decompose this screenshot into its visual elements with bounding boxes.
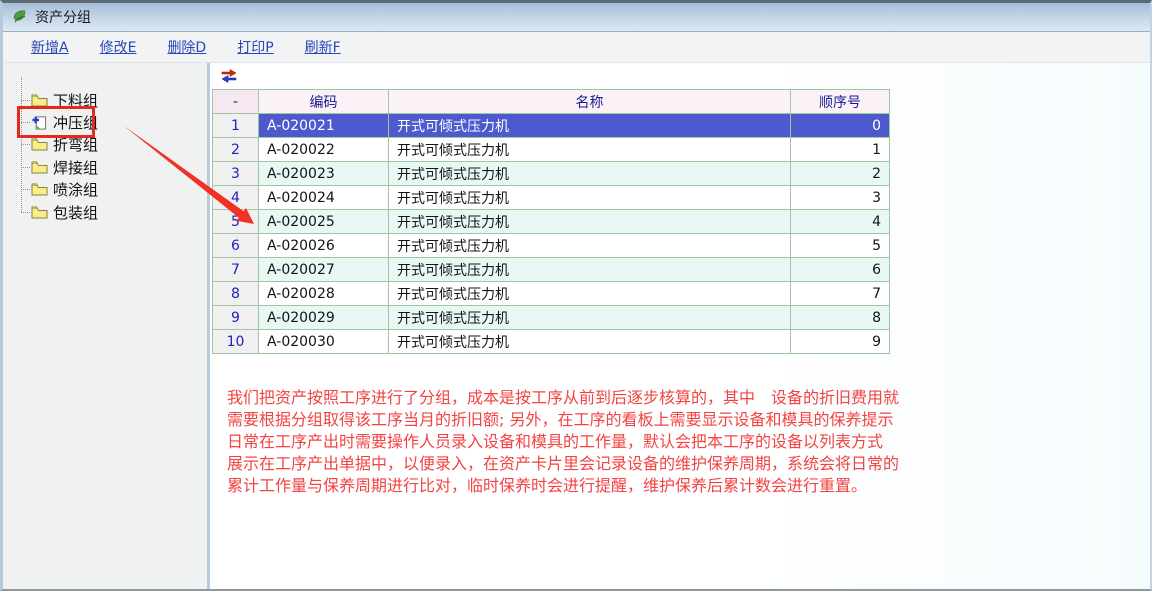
note-line: 我们把资产按照工序进行了分组，成本是按工序从前到后逐步核算的，其中 设备的折旧费… <box>227 387 927 409</box>
cell-seq[interactable]: 8 <box>791 306 890 330</box>
cell-name[interactable]: 开式可倾式压力机 <box>389 282 791 306</box>
cell-seq[interactable]: 0 <box>791 114 890 138</box>
table-header-row: - 编码 名称 顺序号 <box>213 90 890 114</box>
table-row[interactable]: 8A-020028开式可倾式压力机7 <box>213 282 890 306</box>
cell-name[interactable]: 开式可倾式压力机 <box>389 258 791 282</box>
sidebar-item-baozhuang[interactable]: 包装组 <box>3 201 98 223</box>
table-row[interactable]: 6A-020026开式可倾式压力机5 <box>213 234 890 258</box>
page-title: 资产分组 <box>35 7 91 27</box>
cell-rownum[interactable]: 7 <box>213 258 259 282</box>
tree-connector-stub <box>21 100 30 101</box>
cell-rownum[interactable]: 3 <box>213 162 259 186</box>
cell-code[interactable]: A-020024 <box>259 186 389 210</box>
sidebar-item-label: 焊接组 <box>53 157 98 178</box>
cell-rownum[interactable]: 2 <box>213 138 259 162</box>
table-row[interactable]: 1A-020021开式可倾式压力机0 <box>213 114 890 138</box>
cell-rownum[interactable]: 10 <box>213 330 259 354</box>
annotation-note: 我们把资产按照工序进行了分组，成本是按工序从前到后逐步核算的，其中 设备的折旧费… <box>227 387 927 497</box>
cell-code[interactable]: A-020030 <box>259 330 389 354</box>
cell-name[interactable]: 开式可倾式压力机 <box>389 186 791 210</box>
toolbar-item-print[interactable]: 打印P <box>237 37 273 57</box>
note-line: 日常在工序产出时需要操作人员录入设备和模具的工作量，默认会把本工序的设备以列表方… <box>227 431 927 453</box>
note-line: 累计工作量与保养周期进行比对，临时保养时会进行提醒，维护保养后累计数会进行重置。 <box>227 475 927 497</box>
sidebar-tree: 下料组冲压组折弯组焊接组喷涂组包装组 <box>3 63 207 590</box>
cell-name[interactable]: 开式可倾式压力机 <box>389 330 791 354</box>
tree-connector-stub <box>21 167 30 168</box>
note-line: 需要根据分组取得该工序当月的折旧额; 另外，在工序的看板上需要显示设备和模具的保… <box>227 409 927 431</box>
cell-seq[interactable]: 4 <box>791 210 890 234</box>
folder-icon <box>31 137 48 152</box>
sidebar-item-pentu[interactable]: 喷涂组 <box>3 179 98 201</box>
app-window: 资产分组 新增A 修改E 删除D 打印P 刷新F 下料组冲压组折弯组焊接组喷涂组包装组 … <box>0 0 1152 591</box>
column-header-seq[interactable]: 顺序号 <box>791 90 890 114</box>
table-row[interactable]: 10A-020030开式可倾式压力机9 <box>213 330 890 354</box>
note-line: 展示在工序产出单据中，以便录入，在资产卡片里会记录设备的维护保养周期，系统会将日… <box>227 453 927 475</box>
tree-connector-stub <box>21 189 30 190</box>
tree-connector-stub <box>21 212 30 213</box>
folder-icon <box>31 160 48 175</box>
table-row[interactable]: 7A-020027开式可倾式压力机6 <box>213 258 890 282</box>
cell-rownum[interactable]: 5 <box>213 210 259 234</box>
cell-name[interactable]: 开式可倾式压力机 <box>389 234 791 258</box>
column-header-index[interactable]: - <box>213 90 259 114</box>
cell-name[interactable]: 开式可倾式压力机 <box>389 114 791 138</box>
toolbar-item-add[interactable]: 新增A <box>31 37 69 57</box>
table-row[interactable]: 4A-020024开式可倾式压力机3 <box>213 186 890 210</box>
cell-code[interactable]: A-020026 <box>259 234 389 258</box>
table-row[interactable]: 9A-020029开式可倾式压力机8 <box>213 306 890 330</box>
cell-name[interactable]: 开式可倾式压力机 <box>389 138 791 162</box>
table-row[interactable]: 3A-020023开式可倾式压力机2 <box>213 162 890 186</box>
tree-connector-stub <box>21 144 30 145</box>
toolbar-item-edit[interactable]: 修改E <box>100 37 137 57</box>
cell-seq[interactable]: 2 <box>791 162 890 186</box>
cell-seq[interactable]: 7 <box>791 282 890 306</box>
cell-name[interactable]: 开式可倾式压力机 <box>389 210 791 234</box>
cell-code[interactable]: A-020022 <box>259 138 389 162</box>
toolbar: 新增A 修改E 删除D 打印P 刷新F <box>3 32 1150 63</box>
title-bar: 资产分组 <box>3 3 1150 32</box>
cell-rownum[interactable]: 4 <box>213 186 259 210</box>
cell-rownum[interactable]: 1 <box>213 114 259 138</box>
cell-code[interactable]: A-020029 <box>259 306 389 330</box>
swap-arrows-icon[interactable] <box>221 68 237 82</box>
main-body: 下料组冲压组折弯组焊接组喷涂组包装组 - 编码 名称 顺序号 <box>3 63 1150 590</box>
folder-icon <box>31 205 48 220</box>
cell-seq[interactable]: 3 <box>791 186 890 210</box>
red-highlight-box <box>17 106 95 138</box>
leaf-icon <box>12 9 28 25</box>
sidebar-item-label: 包装组 <box>53 202 98 223</box>
toolbar-item-delete[interactable]: 删除D <box>167 37 206 57</box>
cell-code[interactable]: A-020023 <box>259 162 389 186</box>
cell-seq[interactable]: 5 <box>791 234 890 258</box>
column-header-code[interactable]: 编码 <box>259 90 389 114</box>
cell-rownum[interactable]: 6 <box>213 234 259 258</box>
cell-rownum[interactable]: 8 <box>213 282 259 306</box>
cell-seq[interactable]: 1 <box>791 138 890 162</box>
cell-seq[interactable]: 9 <box>791 330 890 354</box>
cell-seq[interactable]: 6 <box>791 258 890 282</box>
sidebar-item-hanjie[interactable]: 焊接组 <box>3 156 98 178</box>
cell-code[interactable]: A-020028 <box>259 282 389 306</box>
cell-rownum[interactable]: 9 <box>213 306 259 330</box>
toolbar-item-refresh[interactable]: 刷新F <box>305 37 341 57</box>
cell-code[interactable]: A-020027 <box>259 258 389 282</box>
sidebar-item-label: 喷涂组 <box>53 179 98 200</box>
cell-name[interactable]: 开式可倾式压力机 <box>389 162 791 186</box>
table-row[interactable]: 2A-020022开式可倾式压力机1 <box>213 138 890 162</box>
asset-table-body: 1A-020021开式可倾式压力机02A-020022开式可倾式压力机13A-0… <box>213 114 890 354</box>
folder-icon <box>31 182 48 197</box>
cell-code[interactable]: A-020025 <box>259 210 389 234</box>
column-header-name[interactable]: 名称 <box>389 90 791 114</box>
content-panel: - 编码 名称 顺序号 1A-020021开式可倾式压力机02A-020022开… <box>210 63 1150 590</box>
cell-code[interactable]: A-020021 <box>259 114 389 138</box>
table-row[interactable]: 5A-020025开式可倾式压力机4 <box>213 210 890 234</box>
asset-table: - 编码 名称 顺序号 1A-020021开式可倾式压力机02A-020022开… <box>212 89 890 354</box>
cell-name[interactable]: 开式可倾式压力机 <box>389 306 791 330</box>
